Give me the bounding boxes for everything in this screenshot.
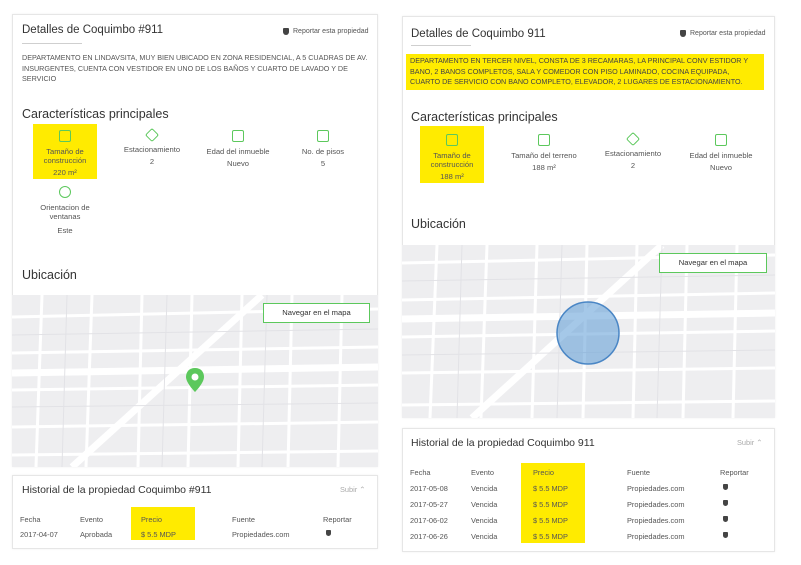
- right-feature-age: Edad del inmueble Nuevo: [683, 134, 759, 172]
- right-feature-value: Nuevo: [710, 163, 732, 172]
- right-feature-label: Tamaño del terreno: [511, 151, 577, 160]
- building-size-icon: [59, 130, 71, 142]
- shield-icon: [680, 30, 686, 37]
- left-row-evento: Aprobada: [80, 530, 113, 539]
- left-row-fuente: Propiedades.com: [232, 530, 290, 539]
- left-feature-value: Este: [57, 226, 73, 235]
- area-circle: [556, 301, 620, 365]
- right-row-fecha: 2017-06-02: [410, 516, 448, 525]
- right-features-heading: Características principales: [411, 110, 558, 124]
- left-feature-label: Estacionamiento: [123, 145, 181, 154]
- right-row-evento: Vencida: [471, 484, 498, 493]
- left-history-title: Historial de la propiedad Coquimbo #911: [22, 484, 212, 496]
- right-col-evento: Evento: [471, 468, 495, 477]
- left-history-toggle[interactable]: Subir ⌃: [340, 485, 366, 494]
- right-row-fecha: 2017-05-27: [410, 500, 448, 509]
- right-row-fuente: Propiedades.com: [627, 500, 685, 509]
- right-row-evento: Vencida: [471, 516, 498, 525]
- right-feature-label: Estacionamiento: [604, 149, 662, 158]
- left-feature-floors: No. de pisos 5: [290, 130, 356, 168]
- left-map[interactable]: Navegar en el mapa: [12, 295, 378, 467]
- calendar-icon: [715, 134, 727, 146]
- right-row-precio: $ 5.5 MDP: [533, 516, 568, 525]
- left-description: DEPARTAMENTO EN LINDAVSITA, MUY BIEN UBI…: [22, 53, 368, 83]
- left-col-evento: Evento: [80, 515, 104, 524]
- right-history-title: Historial de la propiedad Coquimbo 911: [411, 437, 595, 449]
- calendar-icon: [232, 130, 244, 142]
- right-col-precio: Precio: [533, 468, 554, 477]
- right-col-fecha: Fecha: [410, 468, 431, 477]
- left-feature-label: Tamaño de construcción: [43, 147, 87, 165]
- building-size-icon: [446, 134, 458, 146]
- right-row-fuente: Propiedades.com: [627, 516, 685, 525]
- left-col-reportar: Reportar: [323, 515, 352, 524]
- right-report-link[interactable]: Reportar esta propiedad: [680, 30, 766, 37]
- shield-icon: [283, 28, 289, 35]
- left-features-heading: Características principales: [22, 107, 169, 121]
- right-feature-land-size: Tamaño del terreno 188 m²: [506, 134, 582, 172]
- right-row-fecha: 2017-06-26: [410, 532, 448, 541]
- left-navigate-map-button[interactable]: Navegar en el mapa: [263, 303, 370, 323]
- right-feature-building-size: Tamaño de construcción 188 m²: [420, 126, 484, 183]
- left-col-fecha: Fecha: [20, 515, 41, 524]
- left-page-title: Detalles de Coquimbo #911: [22, 24, 164, 36]
- left-row-fecha: 2017-04-07: [20, 530, 58, 539]
- right-feature-value: 188 m²: [440, 172, 464, 181]
- compass-icon: [59, 186, 71, 198]
- left-feature-parking: Estacionamiento 2: [115, 127, 189, 166]
- left-title-divider: [22, 43, 82, 44]
- right-feature-label: Tamaño de construcción: [430, 151, 474, 169]
- left-feature-value: 5: [320, 159, 326, 168]
- right-row-fuente: Propiedades.com: [627, 532, 685, 541]
- left-feature-value: Nuevo: [227, 159, 249, 168]
- right-col-reportar: Reportar: [720, 468, 749, 477]
- right-row-evento: Vencida: [471, 532, 498, 541]
- report-row-shield-icon[interactable]: [326, 530, 331, 536]
- right-title-divider: [411, 45, 471, 46]
- left-feature-label: Orientacion de ventanas: [40, 203, 90, 221]
- right-page-title: Detalles de Coquimbo 911: [411, 28, 546, 40]
- left-feature-label: Edad del inmueble: [206, 147, 270, 156]
- right-row-evento: Vencida: [471, 500, 498, 509]
- right-report-label: Reportar esta propiedad: [690, 30, 766, 37]
- right-navigate-map-button[interactable]: Navegar en el mapa: [659, 253, 767, 273]
- right-location-heading: Ubicación: [411, 217, 466, 231]
- land-size-icon: [538, 134, 550, 146]
- report-row-shield-icon[interactable]: [723, 484, 728, 490]
- right-row-precio: $ 5.5 MDP: [533, 532, 568, 541]
- parking-icon: [625, 131, 641, 147]
- left-location-heading: Ubicación: [22, 268, 77, 282]
- report-row-shield-icon[interactable]: [723, 532, 728, 538]
- floors-icon: [317, 130, 329, 142]
- left-row-precio: $ 5.5 MDP: [141, 530, 176, 539]
- left-feature-building-size: Tamaño de construcción 220 m²: [33, 124, 97, 179]
- left-report-link[interactable]: Reportar esta propiedad: [283, 28, 369, 35]
- left-feature-age: Edad del inmueble Nuevo: [200, 130, 276, 168]
- right-row-precio: $ 5.5 MDP: [533, 500, 568, 509]
- left-report-label: Reportar esta propiedad: [293, 28, 369, 35]
- left-feature-value: 220 m²: [53, 168, 77, 177]
- right-feature-parking: Estacionamiento 2: [598, 131, 668, 170]
- report-row-shield-icon[interactable]: [723, 516, 728, 522]
- right-feature-value: 188 m²: [532, 163, 556, 172]
- right-feature-value: 2: [630, 161, 636, 170]
- left-feature-label: No. de pisos: [301, 147, 345, 156]
- right-row-precio: $ 5.5 MDP: [533, 484, 568, 493]
- right-col-fuente: Fuente: [627, 468, 651, 477]
- left-col-fuente: Fuente: [232, 515, 256, 524]
- right-map[interactable]: Navegar en el mapa: [402, 245, 775, 418]
- parking-icon: [144, 127, 160, 143]
- left-feature-orientation: Orientacion de ventanas Este: [32, 186, 98, 235]
- map-pin-icon: [186, 368, 204, 392]
- right-history-toggle[interactable]: Subir ⌃: [737, 438, 763, 447]
- right-row-fecha: 2017-05-08: [410, 484, 448, 493]
- left-feature-value: 2: [149, 157, 155, 166]
- right-description: DEPARTAMENTO EN TERCER NIVEL, CONSTA DE …: [406, 54, 764, 90]
- left-col-precio: Precio: [141, 515, 162, 524]
- right-row-fuente: Propiedades.com: [627, 484, 685, 493]
- report-row-shield-icon[interactable]: [723, 500, 728, 506]
- right-feature-label: Edad del inmueble: [689, 151, 753, 160]
